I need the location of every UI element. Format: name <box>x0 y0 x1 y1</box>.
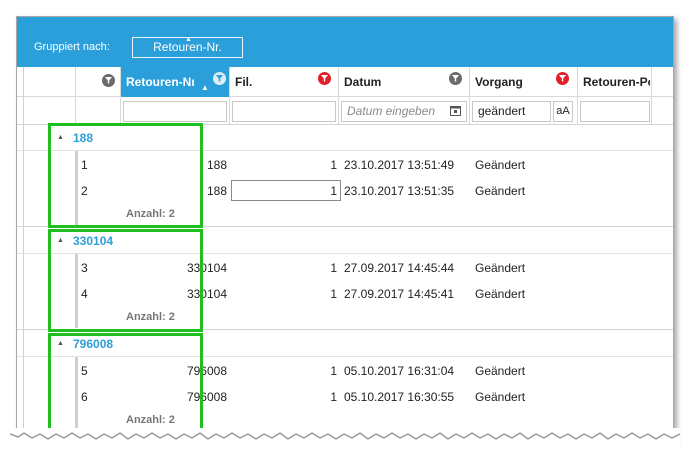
cell-fil: 1 <box>330 261 337 275</box>
header-datum-label: Datum <box>344 75 382 89</box>
cell-vorgang: Geändert <box>475 261 526 275</box>
cell-fil: 1 <box>330 364 337 378</box>
header-datum[interactable]: Datum <box>339 67 469 97</box>
header-fil-label: Fil. <box>235 75 253 89</box>
filter-funnel-icon[interactable] <box>449 72 462 85</box>
cell-vorgang: Geändert <box>475 364 526 378</box>
cell-fil: 1 <box>330 184 337 198</box>
group-chip-retouren-nr[interactable]: ▲ Retouren-Nr. <box>132 36 243 58</box>
cell-datum: 27.09.2017 14:45:44 <box>344 261 455 275</box>
filter-input-fil[interactable] <box>232 101 336 122</box>
header-retouren-nr[interactable]: Retouren-Nı ▲ <box>121 67 229 97</box>
group-panel-label: Gruppiert nach: <box>34 41 110 53</box>
header-vorgang[interactable]: Vorgang <box>470 67 577 97</box>
highlight-box <box>48 123 203 228</box>
header-retouren-pos-label: Retouren-Pc <box>583 75 650 89</box>
column-separator <box>75 67 76 125</box>
column-separator <box>469 67 470 125</box>
cell-datum: 05.10.2017 16:31:04 <box>344 364 455 378</box>
column-separator <box>120 67 121 125</box>
highlight-box <box>48 333 203 436</box>
filter-input-retouren-nr[interactable] <box>123 101 227 122</box>
calendar-icon[interactable] <box>450 105 461 119</box>
filter-input-datum[interactable]: Datum eingeben <box>341 101 467 122</box>
filter-funnel-active-icon[interactable] <box>556 72 569 85</box>
header-fil[interactable]: Fil. <box>230 67 338 97</box>
cell-fil: 1 <box>330 158 337 172</box>
column-separator <box>577 67 578 125</box>
filter-input-vorgang[interactable]: geändert <box>472 101 551 122</box>
cell-datum: 23.10.2017 13:51:49 <box>344 158 455 172</box>
cell-fil: 1 <box>330 390 337 404</box>
cell-datum: 05.10.2017 16:30:55 <box>344 390 455 404</box>
cell-vorgang: Geändert <box>475 287 526 301</box>
cell-fil: 1 <box>330 287 337 301</box>
column-separator <box>338 67 339 125</box>
group-panel: Gruppiert nach: ▲ Retouren-Nr. <box>17 17 673 67</box>
highlight-box <box>48 229 203 332</box>
cell-vorgang: Geändert <box>475 158 526 172</box>
cell-vorgang: Geändert <box>475 390 526 404</box>
header-retouren-pos[interactable]: Retouren-Pc <box>578 67 650 97</box>
case-sensitive-toggle[interactable]: aA <box>553 101 573 122</box>
column-separator <box>229 67 230 125</box>
filter-input-retouren-pos[interactable] <box>580 101 650 122</box>
filter-funnel-icon[interactable] <box>102 74 115 87</box>
filter-funnel-active-icon[interactable] <box>318 72 331 85</box>
column-separator <box>651 67 652 125</box>
torn-edge <box>10 428 680 454</box>
cell-vorgang: Geändert <box>475 184 526 198</box>
cell-datum: 23.10.2017 13:51:35 <box>344 184 455 198</box>
sort-up-icon: ▲ <box>185 36 192 43</box>
cell-datum: 27.09.2017 14:45:41 <box>344 287 455 301</box>
header-retouren-nr-label: Retouren-Nı <box>126 75 195 89</box>
header-vorgang-label: Vorgang <box>475 75 523 89</box>
filter-funnel-icon[interactable] <box>213 72 226 85</box>
sort-asc-icon: ▲ <box>201 83 209 92</box>
grid-window: Gruppiert nach: ▲ Retouren-Nr. Retouren-… <box>16 16 674 442</box>
